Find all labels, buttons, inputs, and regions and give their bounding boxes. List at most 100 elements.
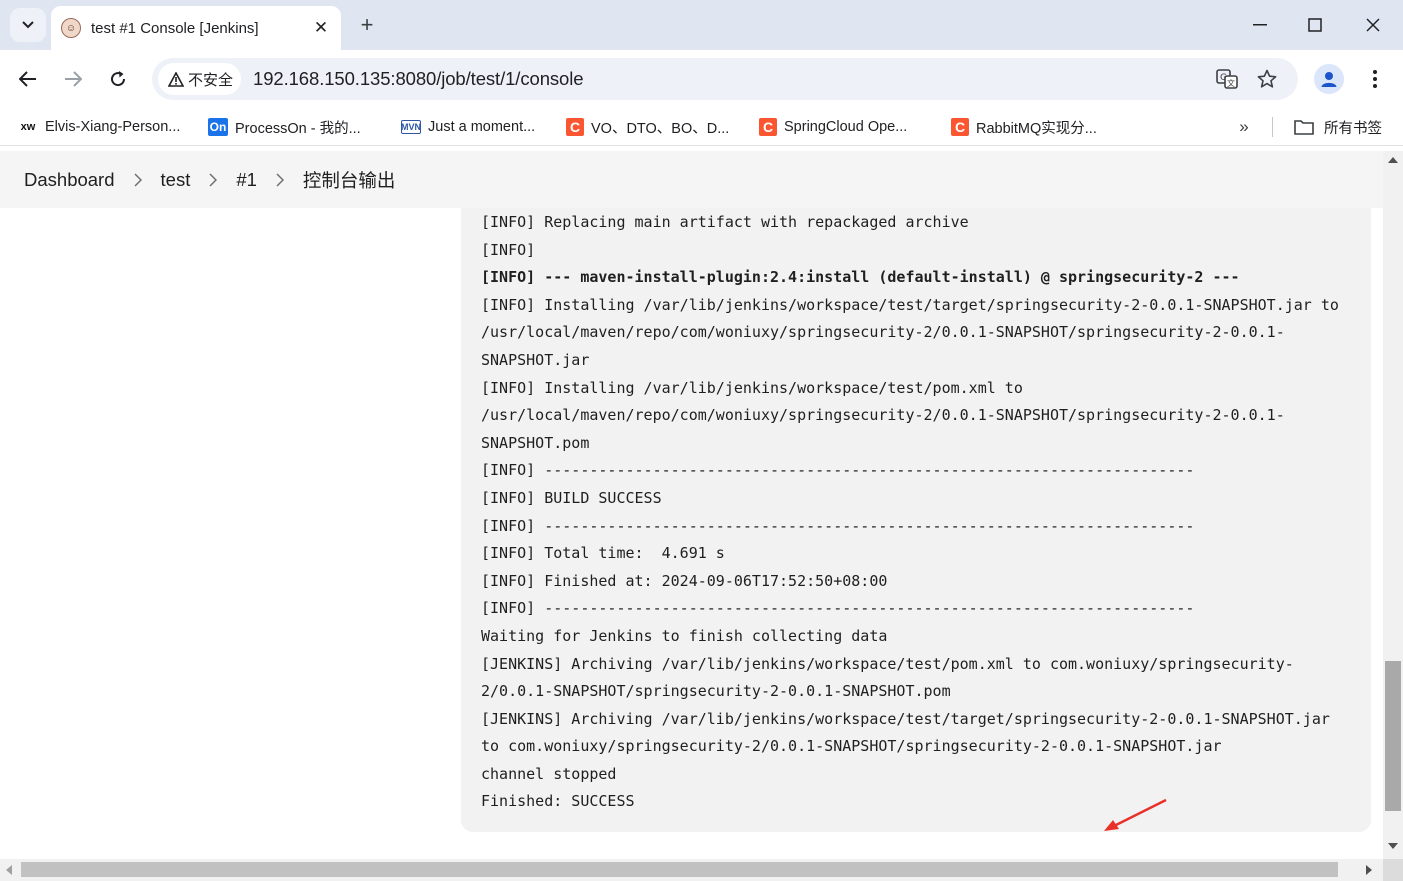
warning-triangle-icon (168, 71, 184, 87)
console-line: [INFO] ---------------------------------… (481, 461, 1195, 480)
processon-site-icon: On (208, 118, 228, 136)
forward-button[interactable] (58, 64, 88, 94)
annotation-arrow-icon (1104, 798, 1167, 831)
browser-menu-button[interactable] (1362, 64, 1388, 94)
reload-button[interactable] (103, 64, 133, 94)
maximize-button[interactable] (1298, 10, 1332, 40)
bookmarks-bar: xw Elvis-Xiang-Person... On ProcessOn - … (0, 108, 1403, 146)
bookmark-item[interactable]: On ProcessOn - 我的... (208, 116, 361, 138)
url-text[interactable]: 192.168.150.135:8080/job/test/1/console (253, 68, 584, 90)
more-bookmarks-button[interactable]: » (1232, 116, 1256, 138)
bookmark-label: VO、DTO、BO、D... (591, 120, 730, 137)
tab-title: test #1 Console [Jenkins] (91, 19, 259, 37)
bookmark-item[interactable]: C VO、DTO、BO、D... (566, 116, 729, 138)
minimize-button[interactable] (1243, 10, 1277, 40)
address-bar[interactable]: 不安全 192.168.150.135:8080/job/test/1/cons… (152, 58, 1298, 100)
translate-icon: G文 (1216, 69, 1238, 89)
close-icon: ✕ (313, 18, 329, 37)
arrow-left-icon (19, 71, 36, 87)
bookmark-label: ProcessOn - 我的... (235, 120, 361, 137)
all-bookmarks-label: 所有书签 (1324, 120, 1382, 137)
console-line: [INFO] ---------------------------------… (481, 516, 1195, 535)
console-line: 2/0.0.1-SNAPSHOT/springsecurity-2-0.0.1-… (481, 682, 951, 701)
console-line: channel stopped (481, 764, 617, 783)
bookmark-item[interactable]: xw Elvis-Xiang-Person... (18, 116, 181, 138)
csdn-site-icon: C (951, 118, 969, 136)
double-chevron-right-icon: » (1239, 117, 1249, 136)
horizontal-scroll-thumb[interactable] (21, 862, 1338, 877)
console-output: [INFO] Replacing main artifact with repa… (461, 191, 1371, 832)
bookmark-label: SpringCloud Ope... (784, 119, 908, 135)
console-line: [INFO] Installing /var/lib/jenkins/works… (481, 378, 1023, 397)
console-line: [INFO] Finished at: 2024-09-06T17:52:50+… (481, 571, 888, 590)
console-line: [INFO] Installing /var/lib/jenkins/works… (481, 295, 1339, 314)
bookmark-label: Elvis-Xiang-Person... (45, 119, 181, 135)
breadcrumb-job[interactable]: test (161, 169, 191, 191)
console-line: [INFO] Total time: 4.691 s (481, 544, 725, 563)
jenkins-favicon-icon: ☺ (61, 18, 81, 38)
console-text: [INFO] Replacing main artifact with repa… (481, 209, 1361, 816)
tab-strip: ☺ test #1 Console [Jenkins] ✕ + (0, 0, 1403, 50)
xw-site-icon: xw (20, 121, 36, 133)
breadcrumb: Dashboard test #1 控制台输出 (0, 151, 1383, 208)
browser-toolbar: 不安全 192.168.150.135:8080/job/test/1/cons… (0, 50, 1403, 108)
scroll-down-arrow-icon[interactable] (1388, 843, 1398, 849)
star-icon (1257, 69, 1277, 88)
translate-button[interactable]: G文 (1214, 66, 1240, 92)
console-line: [INFO] (481, 240, 536, 259)
page-viewport: [INFO] Replacing main artifact with repa… (0, 151, 1383, 859)
console-line: [INFO] --- maven-install-plugin:2.4:inst… (481, 268, 1240, 287)
plus-icon: + (360, 12, 374, 37)
console-line: SNAPSHOT.jar (481, 350, 590, 369)
mvn-site-icon: MVN (401, 120, 421, 134)
scroll-up-arrow-icon[interactable] (1388, 157, 1398, 163)
console-line: [INFO] Replacing main artifact with repa… (481, 213, 969, 231)
console-line: [JENKINS] Archiving /var/lib/jenkins/wor… (481, 709, 1330, 728)
more-vert-icon (1373, 70, 1377, 88)
horizontal-scrollbar[interactable] (0, 859, 1383, 881)
svg-text:文: 文 (1227, 78, 1235, 88)
profile-button[interactable] (1314, 64, 1344, 94)
back-button[interactable] (13, 64, 43, 94)
new-tab-button[interactable]: + (352, 10, 382, 40)
breadcrumb-dashboard[interactable]: Dashboard (24, 169, 115, 191)
csdn-site-icon: C (759, 118, 777, 136)
console-line: Waiting for Jenkins to finish collecting… (481, 626, 888, 645)
breadcrumb-build[interactable]: #1 (236, 169, 257, 191)
bookmark-item[interactable]: C RabbitMQ实现分... (951, 116, 1097, 138)
bookmark-item[interactable]: MVN Just a moment... (401, 116, 535, 138)
close-icon (1366, 18, 1380, 32)
maximize-icon (1308, 18, 1322, 32)
minimize-icon (1253, 24, 1267, 26)
breadcrumb-console[interactable]: 控制台输出 (303, 167, 396, 193)
console-line: to com.woniuxy/springsecurity-2/0.0.1-SN… (481, 737, 1222, 756)
chevron-right-icon (208, 172, 218, 187)
arrow-right-icon (65, 71, 82, 87)
console-line: [JENKINS] Archiving /var/lib/jenkins/wor… (481, 654, 1294, 673)
bookmark-item[interactable]: C SpringCloud Ope... (759, 116, 907, 138)
console-line: [INFO] BUILD SUCCESS (481, 488, 662, 507)
console-line: Finished: SUCCESS (481, 792, 635, 811)
vertical-scrollbar[interactable] (1383, 151, 1403, 859)
tab-search-button[interactable] (10, 8, 46, 42)
scrollbar-corner (1383, 859, 1403, 881)
security-label: 不安全 (188, 71, 234, 89)
console-line: /usr/local/maven/repo/com/woniuxy/spring… (481, 323, 1285, 342)
all-bookmarks-button[interactable]: 所有书签 (1294, 116, 1382, 138)
security-indicator[interactable]: 不安全 (158, 63, 242, 95)
browser-tab[interactable]: ☺ test #1 Console [Jenkins] ✕ (51, 6, 341, 50)
close-window-button[interactable] (1356, 10, 1390, 40)
bookmarks-divider (1272, 117, 1273, 137)
bookmark-star-button[interactable] (1254, 66, 1280, 92)
bookmark-label: Just a moment... (428, 119, 536, 135)
console-line: SNAPSHOT.pom (481, 433, 590, 452)
scroll-right-arrow-icon[interactable] (1366, 865, 1372, 875)
vertical-scroll-thumb[interactable] (1385, 661, 1401, 811)
close-tab-button[interactable]: ✕ (307, 14, 335, 42)
bookmark-label: RabbitMQ实现分... (976, 120, 1097, 137)
chevron-down-icon (22, 21, 34, 29)
chevron-right-icon (133, 172, 143, 187)
chevron-right-icon (275, 172, 285, 187)
scroll-left-arrow-icon[interactable] (6, 865, 12, 875)
csdn-site-icon: C (566, 118, 584, 136)
